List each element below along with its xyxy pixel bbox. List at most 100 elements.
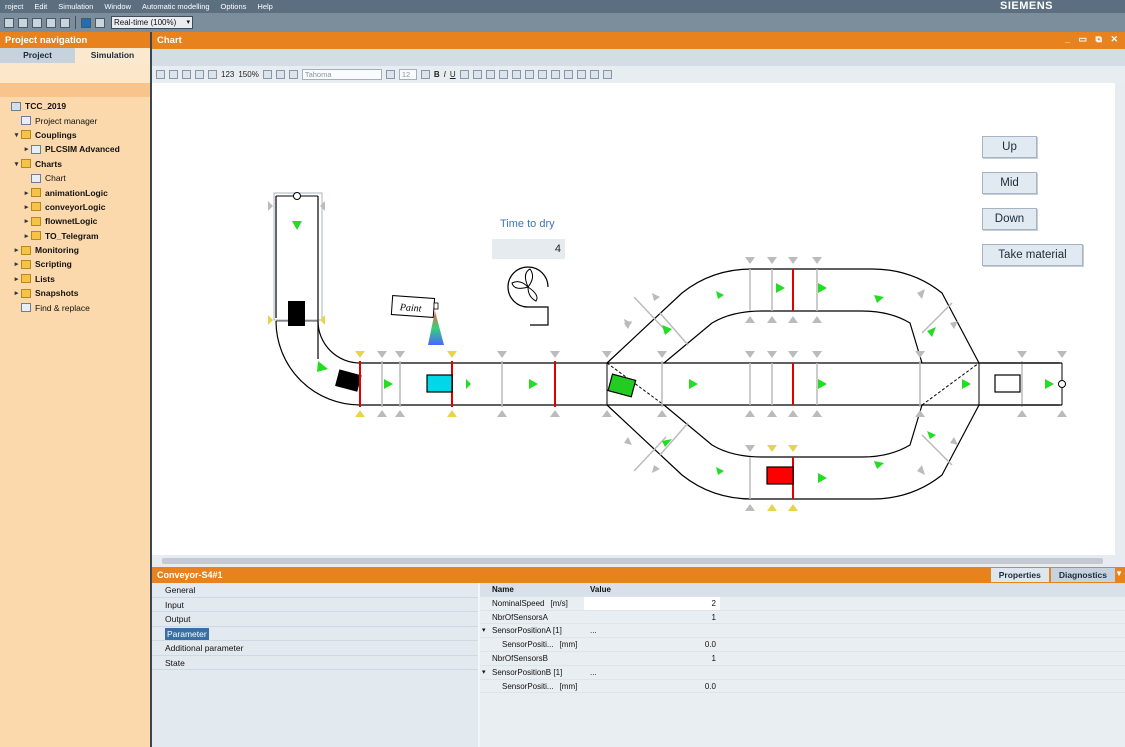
conveyor-port[interactable]: [293, 192, 301, 200]
chevron-down-icon[interactable]: ▼: [1115, 569, 1123, 578]
property-category[interactable]: General: [152, 583, 478, 598]
stop-icon[interactable]: [81, 17, 91, 28]
chevron-right-icon[interactable]: ▸: [12, 260, 21, 268]
font-size-select[interactable]: 12: [398, 69, 417, 80]
fill-color-icon[interactable]: [459, 70, 469, 79]
redo-icon[interactable]: [195, 70, 204, 79]
property-value[interactable]: 2: [584, 596, 720, 610]
line-color-icon[interactable]: [472, 70, 482, 79]
main-conveyor[interactable]: [359, 361, 607, 407]
chevron-right-icon[interactable]: ▸: [12, 246, 21, 254]
grid-icon[interactable]: [208, 70, 217, 79]
tree-item[interactable]: ▸ Scripting: [0, 257, 150, 271]
chevron-right-icon[interactable]: ▸: [12, 275, 21, 283]
property-row[interactable]: NbrOfSensorsB 1: [480, 652, 1125, 666]
align-center-icon[interactable]: [576, 70, 586, 79]
copy-icon[interactable]: [46, 17, 56, 28]
mid-button[interactable]: Mid: [982, 172, 1037, 194]
property-category[interactable]: State: [152, 656, 478, 670]
tree-item[interactable]: ▸ PLCSIM Advanced: [0, 142, 150, 156]
workpiece-green[interactable]: [607, 373, 637, 398]
menu-simulation[interactable]: Simulation: [53, 2, 99, 11]
distribute-icon[interactable]: [589, 70, 599, 79]
workpiece[interactable]: [335, 369, 362, 392]
save-icon[interactable]: [156, 70, 165, 79]
chevron-right-icon[interactable]: ▸: [22, 145, 31, 153]
take-material-button[interactable]: Take material: [982, 244, 1083, 266]
scrollbar-thumb[interactable]: [162, 558, 1103, 564]
cut-icon[interactable]: [32, 17, 42, 28]
font-color-icon[interactable]: [485, 70, 495, 79]
bold-button[interactable]: B: [434, 70, 440, 79]
tree-item[interactable]: Project manager: [0, 113, 150, 127]
workpiece-red[interactable]: [766, 466, 794, 485]
chevron-right-icon[interactable]: ▸: [12, 289, 21, 297]
font-select[interactable]: Tahoma: [301, 69, 382, 80]
tab-diagnostics[interactable]: Diagnostics: [1050, 568, 1115, 582]
property-value[interactable]: ...: [584, 624, 720, 637]
tree-item[interactable]: ▸ conveyorLogic: [0, 200, 150, 214]
line-width-icon[interactable]: [511, 70, 521, 79]
tree-item[interactable]: ▸ Snapshots: [0, 286, 150, 300]
vertical-conveyor[interactable]: [273, 192, 362, 406]
property-row[interactable]: ▾ SensorPositionA [1]...: [480, 624, 1125, 639]
chevron-right-icon[interactable]: ▸: [22, 232, 31, 240]
chevron-down-icon[interactable]: ▾: [12, 160, 21, 168]
pause-icon[interactable]: [95, 17, 105, 28]
italic-button[interactable]: I: [444, 70, 446, 79]
property-category[interactable]: Input: [152, 598, 478, 612]
workpiece-cyan[interactable]: [426, 374, 453, 393]
chevron-down-icon[interactable]: [420, 70, 430, 79]
chart-canvas[interactable]: Paint Time to dry 4 Up Mid Down Take mat…: [152, 83, 1115, 555]
chevron-down-icon[interactable]: [385, 70, 395, 79]
tree-item[interactable]: TCC_2019: [0, 99, 150, 113]
tree-item[interactable]: ▾ Charts: [0, 157, 150, 171]
conveyor-port[interactable]: [1058, 380, 1066, 388]
tree-item[interactable]: ▸ TO_Telegram: [0, 229, 150, 243]
property-value[interactable]: 0.0: [584, 680, 720, 693]
tab-project[interactable]: Project: [0, 48, 75, 63]
property-value[interactable]: 0.0: [584, 638, 720, 651]
tree-item[interactable]: ▸ animationLogic: [0, 185, 150, 199]
menu-edit[interactable]: Edit: [29, 2, 53, 11]
rotate-icon[interactable]: [550, 70, 560, 79]
undo-icon[interactable]: [182, 70, 191, 79]
chevron-right-icon[interactable]: ▸: [22, 217, 31, 225]
line-style-icon[interactable]: [498, 70, 508, 79]
chevron-right-icon[interactable]: ▸: [22, 203, 31, 211]
paste-icon[interactable]: [60, 17, 70, 28]
menu-options[interactable]: Options: [216, 2, 253, 11]
workpiece[interactable]: [288, 301, 305, 326]
chevron-down-icon[interactable]: ▾: [482, 666, 486, 680]
tree-item[interactable]: ▸ flownetLogic: [0, 214, 150, 228]
menu-help[interactable]: Help: [252, 2, 278, 11]
tree-item[interactable]: ▸ Monitoring: [0, 243, 150, 257]
ungroup-icon[interactable]: [537, 70, 547, 79]
tree-item[interactable]: Chart: [0, 171, 150, 185]
menu-window[interactable]: Window: [99, 2, 137, 11]
realtime-select[interactable]: Real-time (100%) ▾: [111, 16, 193, 29]
property-row[interactable]: ▾ SensorPositionB [1]...: [480, 666, 1125, 680]
menu-automatic-modelling[interactable]: Automatic modelling: [137, 2, 216, 11]
zoom-value[interactable]: 150%: [238, 70, 258, 79]
same-size-icon[interactable]: [602, 70, 612, 79]
zoom-dropdown-icon[interactable]: [262, 70, 272, 79]
property-row[interactable]: NbrOfSensorsA 1: [480, 611, 1125, 625]
property-category[interactable]: Output: [152, 612, 478, 627]
horizontal-scrollbar[interactable]: [152, 555, 1125, 567]
numbering-toggle[interactable]: 123: [221, 70, 234, 79]
tab-simulation[interactable]: Simulation: [75, 48, 150, 63]
vertical-scrollbar[interactable]: [1115, 83, 1125, 555]
tree-item[interactable]: ▾ Couplings: [0, 128, 150, 142]
underline-button[interactable]: U: [450, 70, 456, 79]
menu-project[interactable]: roject: [0, 2, 29, 11]
loop-conveyor[interactable]: [606, 268, 1063, 500]
tree-item[interactable]: Find & replace: [0, 300, 150, 314]
new-project-icon[interactable]: [4, 17, 14, 28]
property-category[interactable]: Parameter: [152, 627, 478, 641]
property-value[interactable]: 1: [584, 652, 720, 665]
chevron-right-icon[interactable]: ▸: [22, 189, 31, 197]
property-value[interactable]: ...: [584, 666, 720, 679]
property-row[interactable]: NominalSpeed [m/s] 2: [480, 596, 1125, 611]
window-controls[interactable]: _ ▭ ⧉ ✕: [1065, 34, 1121, 45]
